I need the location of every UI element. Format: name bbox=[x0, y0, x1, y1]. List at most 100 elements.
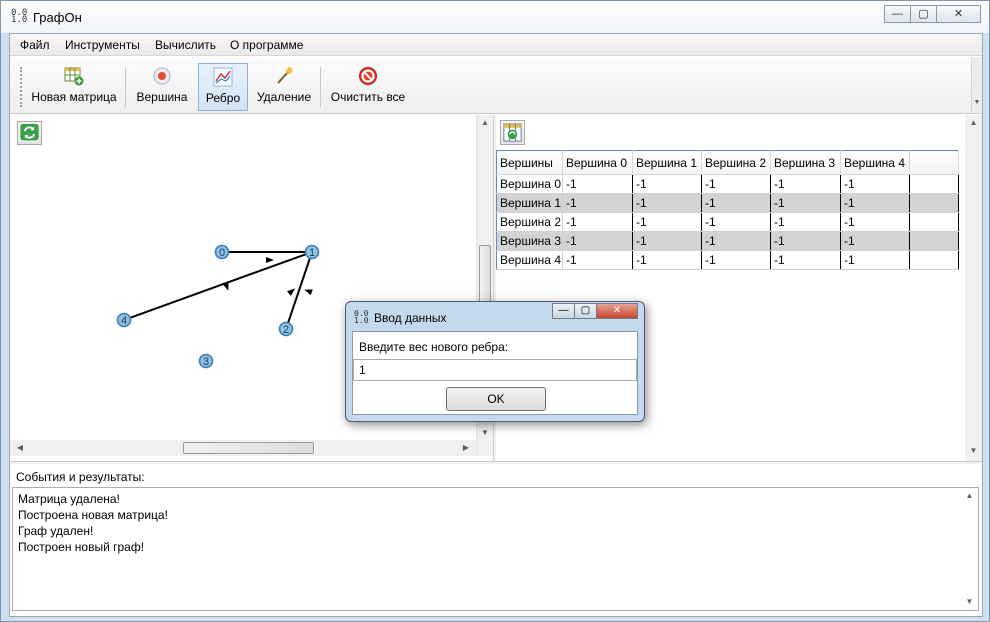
table-cell[interactable]: -1 bbox=[701, 212, 771, 232]
dialog-close-button[interactable]: ✕ bbox=[596, 303, 638, 319]
table-row[interactable]: Вершина 1 -1 -1 -1 -1 -1 bbox=[496, 193, 959, 213]
clear-all-button[interactable]: Очистить все bbox=[328, 63, 408, 111]
table-cell[interactable]: -1 bbox=[840, 193, 910, 213]
edge-weight-input[interactable] bbox=[353, 359, 637, 381]
table-cell[interactable]: -1 bbox=[632, 174, 702, 194]
canvas-vscroll-thumb[interactable] bbox=[479, 245, 491, 305]
matrix-refresh-icon bbox=[503, 123, 522, 142]
row-header[interactable]: Вершина 2 bbox=[496, 212, 563, 232]
table-cell[interactable]: -1 bbox=[562, 231, 633, 251]
dialog-maximize-button[interactable]: ▢ bbox=[574, 303, 597, 319]
scroll-up-icon[interactable]: ▲ bbox=[477, 115, 493, 131]
delete-tool-button[interactable]: Удаление bbox=[254, 63, 314, 111]
table-cell[interactable]: -1 bbox=[701, 174, 771, 194]
new-matrix-button[interactable]: Новая матрица bbox=[28, 63, 120, 111]
close-button[interactable]: ✕ bbox=[936, 5, 981, 23]
log-vertical-scrollbar[interactable]: ▲ ▼ bbox=[961, 488, 978, 610]
table-header-row: Вершины Вершина 0 Вершина 1 Вершина 2 Ве… bbox=[496, 150, 959, 175]
column-header[interactable]: Вершина 0 bbox=[562, 150, 633, 175]
row-header[interactable]: Вершина 1 bbox=[496, 193, 563, 213]
edge-tool-button[interactable]: Ребро bbox=[198, 63, 248, 111]
edge-tool-label: Ребро bbox=[205, 91, 241, 105]
canvas-horizontal-scrollbar[interactable]: ◀ ▶ bbox=[10, 440, 476, 456]
scroll-down-icon[interactable]: ▼ bbox=[961, 594, 978, 610]
scroll-up-icon[interactable]: ▲ bbox=[965, 115, 982, 131]
menu-file[interactable]: Файл bbox=[20, 38, 50, 52]
toolbar-grip[interactable] bbox=[20, 67, 23, 107]
log-line: Граф удален! bbox=[18, 524, 94, 538]
matrix-refresh-button[interactable] bbox=[500, 120, 525, 145]
edge-direction-arrow bbox=[287, 288, 296, 296]
table-cell[interactable]: -1 bbox=[770, 193, 841, 213]
table-cell[interactable]: -1 bbox=[770, 250, 841, 270]
table-cell[interactable]: -1 bbox=[840, 174, 910, 194]
title-bar[interactable]: 0.0 1.0 ГрафОн — ▢ ✕ bbox=[1, 1, 989, 33]
row-header[interactable]: Вершина 4 bbox=[496, 250, 563, 270]
column-header[interactable]: Вершина 3 bbox=[770, 150, 841, 175]
table-cell[interactable]: -1 bbox=[562, 212, 633, 232]
graph-vertex[interactable]: 3 bbox=[198, 353, 214, 369]
column-header[interactable]: Вершины bbox=[496, 150, 563, 175]
table-cell[interactable]: -1 bbox=[770, 212, 841, 232]
column-header[interactable]: Вершина 2 bbox=[701, 150, 771, 175]
scroll-right-icon[interactable]: ▶ bbox=[460, 440, 472, 456]
table-cell[interactable]: -1 bbox=[562, 174, 633, 194]
matrix-vertical-scrollbar[interactable]: ▲ ▼ bbox=[965, 115, 982, 461]
table-row[interactable]: Вершина 4 -1 -1 -1 -1 -1 bbox=[496, 250, 959, 270]
canvas-hscroll-thumb[interactable] bbox=[183, 442, 314, 454]
column-header[interactable]: Вершина 4 bbox=[840, 150, 910, 175]
graph-edge[interactable] bbox=[123, 251, 313, 321]
log-line: Построена новая матрица! bbox=[18, 508, 168, 522]
horizontal-splitter[interactable] bbox=[10, 461, 982, 464]
table-cell[interactable]: -1 bbox=[701, 231, 771, 251]
window-title: ГрафОн bbox=[33, 10, 82, 25]
graph-vertex[interactable]: 2 bbox=[278, 321, 294, 337]
input-dialog: 0.0 1.0 Ввод данных — ▢ ✕ Введите вес нов… bbox=[345, 301, 645, 422]
table-cell[interactable]: -1 bbox=[701, 250, 771, 270]
graph-vertex[interactable]: 0 bbox=[214, 244, 230, 260]
table-cell[interactable]: -1 bbox=[770, 174, 841, 194]
table-row[interactable]: Вершина 3 -1 -1 -1 -1 -1 bbox=[496, 231, 959, 251]
table-cell-filler bbox=[909, 212, 959, 232]
dialog-minimize-button[interactable]: — bbox=[552, 303, 575, 319]
toolbar-scrollbar[interactable]: ▼ bbox=[971, 57, 982, 112]
table-cell[interactable]: -1 bbox=[632, 250, 702, 270]
menu-tools[interactable]: Инструменты bbox=[65, 38, 140, 52]
log-line: Матрица удалена! bbox=[18, 492, 120, 506]
vertex-label: 2 bbox=[283, 324, 289, 336]
table-cell[interactable]: -1 bbox=[632, 231, 702, 251]
table-cell[interactable]: -1 bbox=[840, 231, 910, 251]
scroll-down-icon[interactable]: ▼ bbox=[965, 443, 982, 459]
row-header[interactable]: Вершина 3 bbox=[496, 231, 563, 251]
table-cell[interactable]: -1 bbox=[562, 250, 633, 270]
dialog-prompt: Введите вес нового ребра: bbox=[359, 340, 509, 354]
table-add-icon bbox=[64, 67, 84, 86]
menu-calculate[interactable]: Вычислить bbox=[155, 38, 216, 52]
scroll-left-icon[interactable]: ◀ bbox=[14, 440, 26, 456]
events-log[interactable]: Матрица удалена! Построена новая матрица… bbox=[12, 487, 979, 611]
table-row[interactable]: Вершина 0 -1 -1 -1 -1 -1 bbox=[496, 174, 959, 194]
table-cell[interactable]: -1 bbox=[770, 231, 841, 251]
ok-button[interactable]: OK bbox=[446, 387, 546, 411]
chevron-down-icon[interactable]: ▼ bbox=[972, 95, 982, 111]
table-cell[interactable]: -1 bbox=[562, 193, 633, 213]
scroll-up-icon[interactable]: ▲ bbox=[961, 488, 978, 504]
graph-vertex[interactable]: 4 bbox=[116, 312, 132, 328]
table-cell-filler bbox=[909, 174, 959, 194]
menu-about[interactable]: О программе bbox=[230, 38, 303, 52]
table-cell[interactable]: -1 bbox=[632, 193, 702, 213]
table-cell[interactable]: -1 bbox=[840, 250, 910, 270]
table-cell[interactable]: -1 bbox=[840, 212, 910, 232]
graph-vertex[interactable]: 1 bbox=[304, 244, 320, 260]
table-cell[interactable]: -1 bbox=[632, 212, 702, 232]
table-row[interactable]: Вершина 2 -1 -1 -1 -1 -1 bbox=[496, 212, 959, 232]
menu-bar: Файл Инструменты Вычислить О программе bbox=[10, 34, 982, 56]
minimize-button[interactable]: — bbox=[884, 5, 911, 23]
scroll-down-icon[interactable]: ▼ bbox=[477, 425, 493, 441]
vertex-tool-button[interactable]: Вершина bbox=[134, 63, 190, 111]
table-cell[interactable]: -1 bbox=[701, 193, 771, 213]
dialog-title: Ввод данных bbox=[374, 311, 447, 325]
column-header[interactable]: Вершина 1 bbox=[632, 150, 702, 175]
row-header[interactable]: Вершина 0 bbox=[496, 174, 563, 194]
maximize-button[interactable]: ▢ bbox=[910, 5, 937, 23]
